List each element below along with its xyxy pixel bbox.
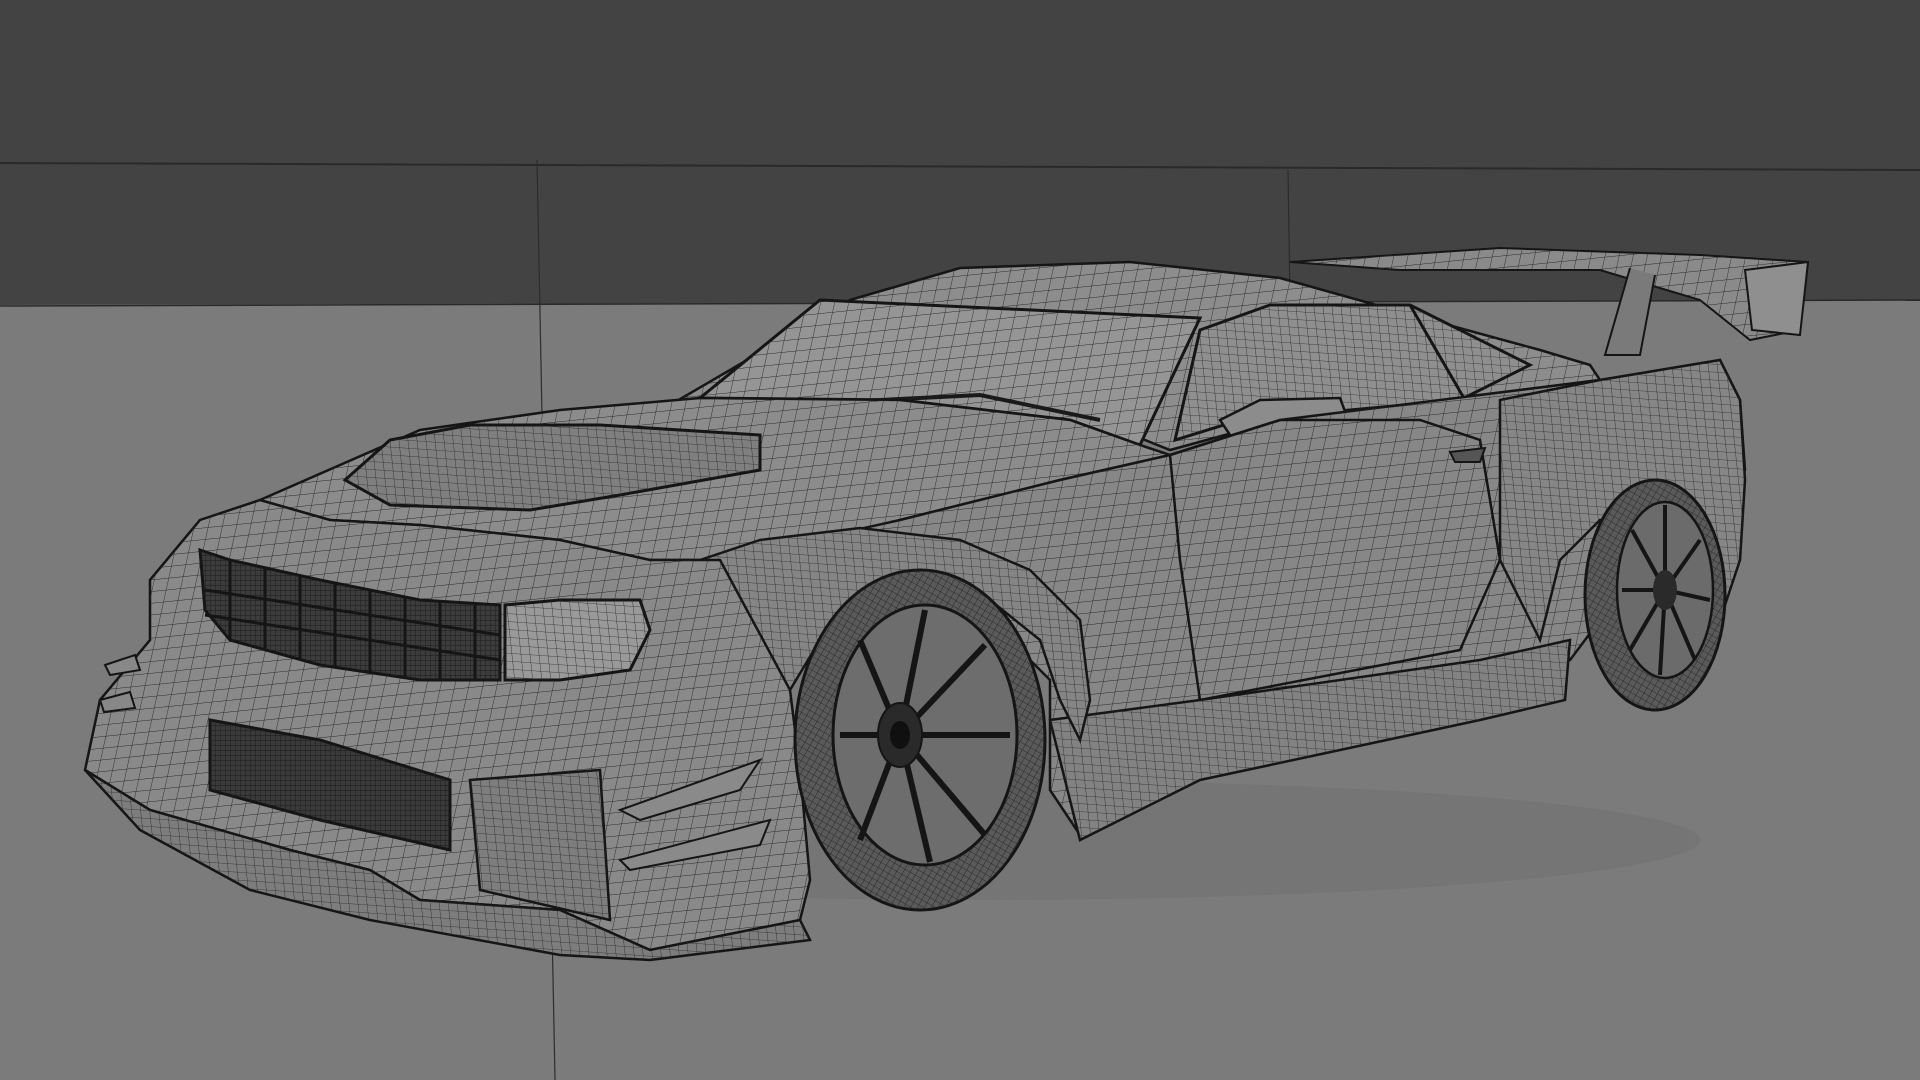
wheel-rear-left[interactable] [1583,478,1727,712]
wheel-front-left[interactable] [793,568,1047,912]
viewport-scene[interactable] [0,0,1920,1080]
3d-viewport[interactable] [0,0,1920,1080]
